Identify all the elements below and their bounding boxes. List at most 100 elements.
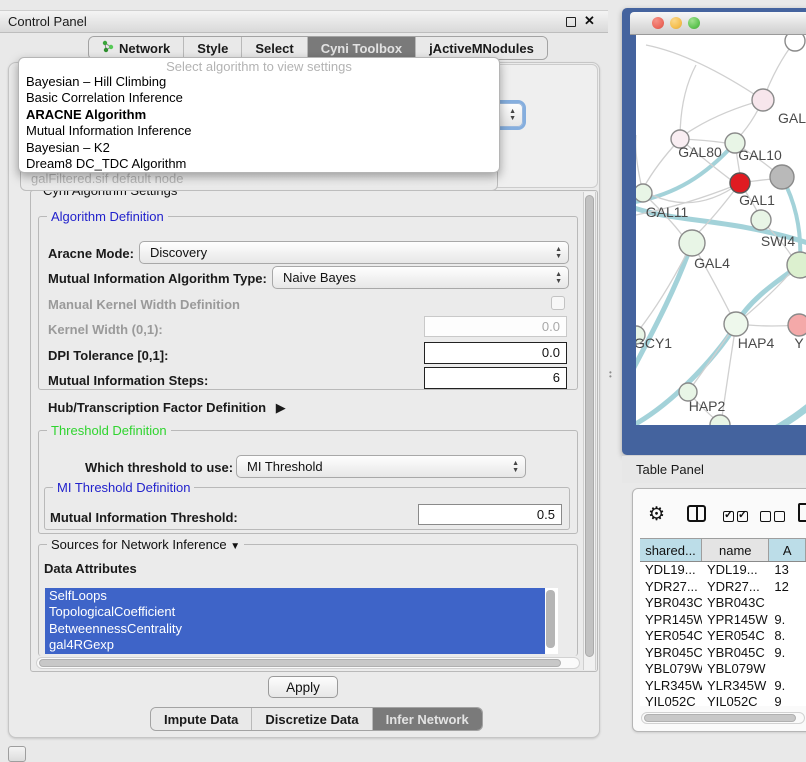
network-node[interactable]	[751, 210, 771, 230]
settings-horizontal-scrollbar[interactable]	[36, 657, 580, 669]
data-attributes-list[interactable]: SelfLoopsTopologicalCoefficientBetweenne…	[45, 588, 558, 654]
network-node-hap4[interactable]	[724, 312, 748, 336]
column-header[interactable]: name	[702, 539, 769, 561]
float-panel-icon[interactable]	[566, 17, 576, 27]
gear-icon[interactable]: ⚙	[648, 503, 665, 526]
settings-scrollbar-thumb[interactable]	[585, 195, 594, 657]
list-item[interactable]: BetweennessCentrality	[45, 621, 545, 637]
algorithm-menu-item[interactable]: Basic Correlation Inference	[19, 90, 499, 106]
algorithm-menu-item[interactable]: ARACNE Algorithm	[19, 107, 499, 123]
network-node-label: GAL	[778, 110, 806, 126]
network-node-gal11[interactable]	[636, 184, 652, 202]
table-cell: 9.	[769, 645, 806, 662]
table-row[interactable]: YPR145WYPR145W9.	[640, 612, 806, 629]
mi-type-value: Naive Bayes	[283, 270, 356, 285]
mi-threshold-input[interactable]: 0.5	[418, 504, 562, 525]
column-header[interactable]: shared...	[640, 539, 702, 561]
select-all-checks-icon[interactable]	[723, 509, 751, 527]
list-item[interactable]: TopologicalCoefficient	[45, 604, 545, 620]
table-row[interactable]: YDR27...YDR27...12	[640, 579, 806, 596]
algorithm-menu-item[interactable]: Mutual Information Inference	[19, 123, 499, 139]
tab-network[interactable]: Network	[89, 37, 183, 59]
table-cell: 9	[769, 694, 806, 706]
minimized-panel-icon[interactable]	[8, 746, 26, 762]
table-cell: YER054C	[702, 628, 769, 645]
zoom-traffic-light-icon[interactable]	[688, 17, 700, 29]
algorithm-menu-item[interactable]: Bayesian – K2	[19, 140, 499, 156]
tab-select[interactable]: Select	[241, 37, 306, 59]
table-cell: YDL19...	[640, 562, 702, 579]
tab-discretize-data[interactable]: Discretize Data	[251, 708, 371, 730]
sources-group-title[interactable]: Sources for Network Inference ▼	[47, 537, 244, 552]
settings-scrollbar[interactable]	[583, 192, 596, 670]
algorithm-menu-item[interactable]: Dream8 DC_TDC Algorithm	[19, 156, 499, 172]
network-node-label: SWI4	[761, 233, 795, 249]
table-cell: YBR045C	[640, 645, 702, 662]
algorithm-dropdown-popup: Select algorithm to view settings Bayesi…	[18, 57, 500, 173]
table-row[interactable]: YIL052CYIL052C9	[640, 694, 806, 706]
table-panel-strip: Table Panel	[622, 455, 806, 483]
which-threshold-select[interactable]: MI Threshold ▲▼	[236, 455, 526, 478]
stepper-arrows-icon: ▲▼	[512, 460, 519, 474]
table-cell: YIL052C	[640, 694, 702, 706]
network-node-swi4[interactable]	[787, 252, 806, 278]
tab-infer-network[interactable]: Infer Network	[372, 708, 482, 730]
aracne-mode-select[interactable]: Discovery ▲▼	[139, 241, 569, 264]
network-node[interactable]	[785, 35, 805, 51]
table-row[interactable]: YER054CYER054C8.	[640, 628, 806, 645]
aracne-mode-value: Discovery	[150, 245, 207, 260]
close-traffic-light-icon[interactable]	[652, 17, 664, 29]
table-row[interactable]: YDL19...YDL19...13	[640, 562, 806, 579]
expand-right-arrow-icon[interactable]: ▶	[276, 400, 286, 415]
tab-label: Infer Network	[386, 712, 469, 727]
table-row[interactable]: YLR345WYLR345W9.	[640, 678, 806, 695]
dpi-tolerance-input[interactable]: 0.0	[424, 342, 567, 364]
network-node-label: GCY1	[636, 335, 672, 351]
close-panel-icon[interactable]: ✕	[584, 13, 595, 29]
export-table-icon[interactable]	[798, 503, 806, 522]
table-horizontal-scrollbar[interactable]	[641, 712, 805, 724]
tab-label: Style	[197, 41, 228, 56]
column-layout-icon[interactable]	[687, 505, 706, 522]
network-canvas[interactable]: GALGAL80GAL10GAL1GAL11SWI4GAL4GCY1HAP4YH…	[636, 35, 806, 425]
hub-definition-label: Hub/Transcription Factor Definition	[48, 400, 266, 415]
column-header[interactable]: A	[769, 539, 806, 561]
hub-definition-toggle[interactable]: Hub/Transcription Factor Definition ▶	[48, 400, 286, 416]
algorithm-menu-item[interactable]: Bayesian – Hill Climbing	[19, 74, 499, 90]
mi-algorithm-type-select[interactable]: Naive Bayes ▲▼	[272, 266, 569, 289]
tab-jactivemnodules[interactable]: jActiveMNodules	[415, 37, 547, 59]
node-table[interactable]: shared...nameA YDL19...YDL19...13YDR27..…	[640, 538, 806, 706]
list-item[interactable]: SelfLoops	[45, 588, 545, 604]
apply-button[interactable]: Apply	[268, 676, 338, 698]
table-row[interactable]: YBR045CYBR045C9.	[640, 645, 806, 662]
clear-all-checks-icon[interactable]	[760, 509, 788, 527]
settings-horizontal-scrollbar-thumb[interactable]	[39, 659, 561, 667]
control-panel-titlebar: Control Panel ✕	[0, 10, 608, 33]
attributes-list-scrollbar-thumb[interactable]	[546, 590, 555, 648]
network-node[interactable]	[710, 415, 730, 425]
tab-label: Select	[255, 41, 293, 56]
mi-steps-input[interactable]: 6	[424, 367, 567, 389]
tab-cyni-toolbox[interactable]: Cyni Toolbox	[307, 37, 415, 59]
table-cell: YDR27...	[640, 579, 702, 596]
network-node-gal[interactable]	[752, 89, 774, 111]
network-node-gal1[interactable]	[730, 173, 750, 193]
tab-impute-data[interactable]: Impute Data	[151, 708, 251, 730]
list-item[interactable]: gal4RGexp	[45, 637, 545, 653]
table-panel-title: Table Panel	[636, 462, 704, 477]
kernel-width-input[interactable]: 0.0	[424, 316, 567, 337]
table-row[interactable]: YBL079WYBL079W	[640, 661, 806, 678]
tab-style[interactable]: Style	[183, 37, 241, 59]
table-cell	[769, 595, 806, 612]
manual-kernel-checkbox[interactable]	[551, 296, 565, 310]
network-node[interactable]	[770, 165, 794, 189]
split-pane-grip[interactable]: ••	[609, 371, 614, 380]
network-node-y[interactable]	[788, 314, 806, 336]
network-view-window: GALGAL80GAL10GAL1GAL11SWI4GAL4GCY1HAP4YH…	[622, 8, 806, 455]
table-horizontal-scrollbar-thumb[interactable]	[644, 714, 796, 722]
network-node-gal4[interactable]	[679, 230, 705, 256]
minimize-traffic-light-icon[interactable]	[670, 17, 682, 29]
table-row[interactable]: YBR043CYBR043C	[640, 595, 806, 612]
network-window-titlebar[interactable]	[630, 12, 806, 35]
collapse-down-arrow-icon[interactable]: ▼	[230, 541, 240, 552]
